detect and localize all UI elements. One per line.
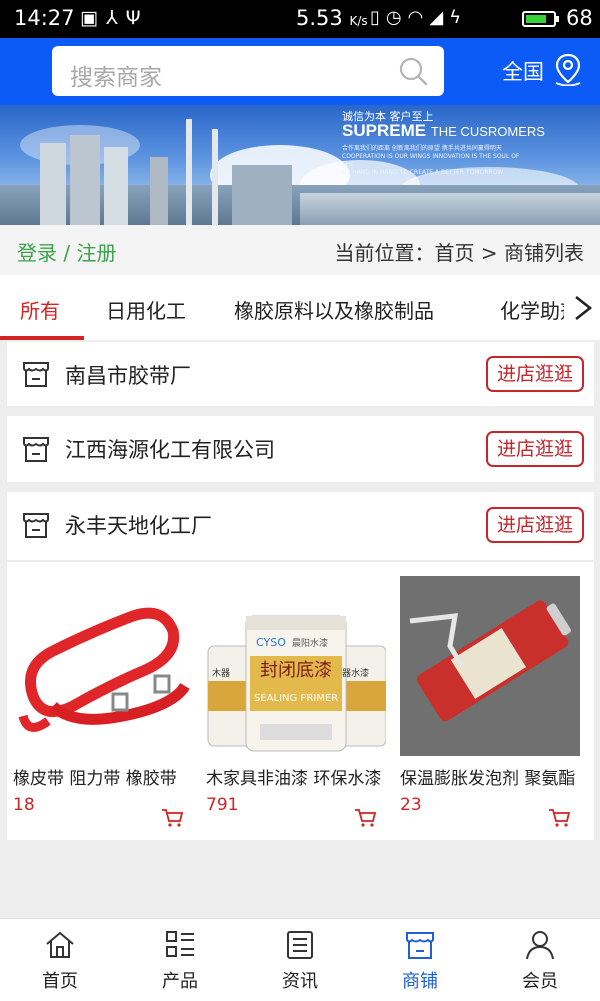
cart-icon[interactable] xyxy=(354,808,376,828)
wifi-icon: ◠ xyxy=(407,7,430,28)
product-name[interactable]: 橡皮带 阻力带 橡胶带 xyxy=(13,764,191,789)
battery-icon xyxy=(522,11,559,27)
banner-slogan-lines: 合作离我们的距离 创新离我们的原望 携手共进共同赢得明天 COOPERATION… xyxy=(342,145,532,177)
nav-home-label: 首页 xyxy=(42,971,78,992)
banner-line-1: 合作离我们的距离 创新离我们的原望 携手共进共同赢得明天 xyxy=(342,145,502,152)
bottom-nav: 首页 产品 资讯 商铺 会员 xyxy=(0,918,600,1001)
image-icon: ▣ xyxy=(80,7,106,29)
status-time: 14:27 xyxy=(14,6,75,30)
search-input[interactable]: 搜索商家 xyxy=(52,46,444,96)
login-register-link[interactable]: 登录 / 注册 xyxy=(17,237,116,266)
shop-products: 橡皮带 阻力带 橡胶带 18 CYSO 晨阳水漆 封闭底漆 SEALING PR… xyxy=(7,562,594,840)
paint-title-text: 封闭底漆 xyxy=(260,660,332,681)
signal-4g-icon: ◢ xyxy=(429,7,450,28)
search-icon[interactable] xyxy=(398,56,428,86)
category-tabs: 所有 日用化工 橡胶原料以及橡胶制品 化学助剂 xyxy=(0,275,600,340)
visit-shop-button[interactable]: 进店逛逛 xyxy=(486,431,584,467)
nav-products[interactable]: 产品 xyxy=(120,919,240,1001)
tab-active-indicator xyxy=(0,336,84,340)
paint-subtitle-text: SEALING PRIMER xyxy=(254,693,338,704)
shop-name: 江西海源化工有限公司 xyxy=(65,438,275,462)
banner-line-2: COOPERATION IS OUR WINGS INNOVATION IS T… xyxy=(342,153,520,168)
paint-side-left-text: 木器 xyxy=(212,667,230,679)
cart-icon[interactable] xyxy=(161,808,183,828)
product-name[interactable]: 保温膨胀发泡剂 聚氨酯 xyxy=(400,764,578,789)
news-icon xyxy=(287,931,313,959)
paint-side-right-text: 器水漆 xyxy=(342,667,369,679)
product-card[interactable]: CYSO 晨阳水漆 封闭底漆 SEALING PRIMER 木器 器水漆 木家具… xyxy=(206,576,387,827)
network-speed-value: 5.53 xyxy=(296,6,343,30)
shop-icon xyxy=(23,362,49,387)
tab-rubber-materials[interactable]: 橡胶原料以及橡胶制品 xyxy=(234,295,434,324)
resistance-band-image xyxy=(13,576,193,756)
region-selector[interactable]: 全国 xyxy=(502,56,544,86)
banner-line-3: US HAND IN HAND TO CREATE A BETTER TOMOR… xyxy=(342,169,504,176)
usb-icon: Ψ xyxy=(125,7,149,29)
banner-slogan-suffix: THE CUSROMERS xyxy=(430,124,545,139)
banner-slogan-main: SUPREME THE CUSROMERS xyxy=(342,121,545,141)
tab-all[interactable]: 所有 xyxy=(20,295,60,324)
shop-icon xyxy=(23,513,49,538)
vibrate-icon: ▯ xyxy=(370,7,386,28)
shop-card[interactable]: 南昌市胶带厂 进店逛逛 xyxy=(7,342,594,406)
breadcrumb: 登录 / 注册 当前位置：首页 > 商铺列表 xyxy=(0,225,600,275)
shop-card[interactable]: 永丰天地化工厂 进店逛逛 xyxy=(7,492,594,560)
visit-shop-button[interactable]: 进店逛逛 xyxy=(486,356,584,392)
product-image[interactable]: CYSO 晨阳水漆 封闭底漆 SEALING PRIMER 木器 器水漆 xyxy=(206,576,387,756)
charging-icon: ϟ xyxy=(449,7,468,28)
status-right-icons: ▯◷◠◢ϟ xyxy=(370,7,467,28)
grid-list-icon xyxy=(166,931,194,957)
location-pin-icon[interactable] xyxy=(554,52,582,86)
nav-products-label: 产品 xyxy=(162,971,198,992)
status-left-icons: ▣⅄Ψ xyxy=(80,7,149,29)
nav-shops-label: 商铺 xyxy=(402,971,438,992)
foam-can-image xyxy=(400,576,580,756)
shop-name: 永丰天地化工厂 xyxy=(65,514,212,538)
tab-daily-chemical[interactable]: 日用化工 xyxy=(106,295,186,324)
network-speed: 5.53 K/s xyxy=(296,6,368,30)
usb-debug-icon: ⅄ xyxy=(105,7,126,29)
app-header: 搜索商家 全国 xyxy=(0,38,600,105)
nav-member-label: 会员 xyxy=(522,971,558,992)
status-bar: 14:27 ▣⅄Ψ 5.53 K/s ▯◷◠◢ϟ 68 xyxy=(0,0,600,38)
alarm-icon: ◷ xyxy=(385,7,408,28)
product-card[interactable]: 橡皮带 阻力带 橡胶带 18 xyxy=(13,576,193,827)
shop-card[interactable]: 江西海源化工有限公司 进店逛逛 xyxy=(7,416,594,482)
product-image[interactable] xyxy=(400,576,580,756)
user-icon xyxy=(526,931,554,960)
nav-shops[interactable]: 商铺 xyxy=(360,919,480,1001)
paint-bucket-image: CYSO 晨阳水漆 封闭底漆 SEALING PRIMER 木器 器水漆 xyxy=(206,576,387,756)
shop-icon xyxy=(406,932,434,959)
nav-home[interactable]: 首页 xyxy=(0,919,120,1001)
paint-brand-cn-text: 晨阳水漆 xyxy=(292,637,328,649)
visit-shop-button[interactable]: 进店逛逛 xyxy=(486,507,584,543)
paint-brand-text: CYSO xyxy=(256,636,286,649)
shop-icon xyxy=(23,437,49,462)
nav-member[interactable]: 会员 xyxy=(480,919,600,1001)
cart-icon[interactable] xyxy=(548,808,570,828)
network-speed-unit: K/s xyxy=(349,14,368,28)
product-name[interactable]: 木家具非油漆 环保水漆 xyxy=(206,764,384,789)
battery-level: 68 xyxy=(566,6,593,30)
chevron-right-icon[interactable] xyxy=(564,285,600,331)
product-card[interactable]: 保温膨胀发泡剂 聚氨酯 23 xyxy=(400,576,580,827)
nav-news-label: 资讯 xyxy=(282,971,318,992)
current-location: 当前位置：首页 > 商铺列表 xyxy=(334,241,584,265)
product-image[interactable] xyxy=(13,576,193,756)
search-placeholder: 搜索商家 xyxy=(70,65,162,91)
home-icon xyxy=(46,931,74,958)
banner-slogan-main-text: SUPREME xyxy=(342,121,427,140)
nav-news[interactable]: 资讯 xyxy=(240,919,360,1001)
shop-name: 南昌市胶带厂 xyxy=(65,364,191,388)
promo-banner[interactable]: 诚信为本 客户至上 SUPREME THE CUSROMERS 合作离我们的距离… xyxy=(0,105,600,225)
